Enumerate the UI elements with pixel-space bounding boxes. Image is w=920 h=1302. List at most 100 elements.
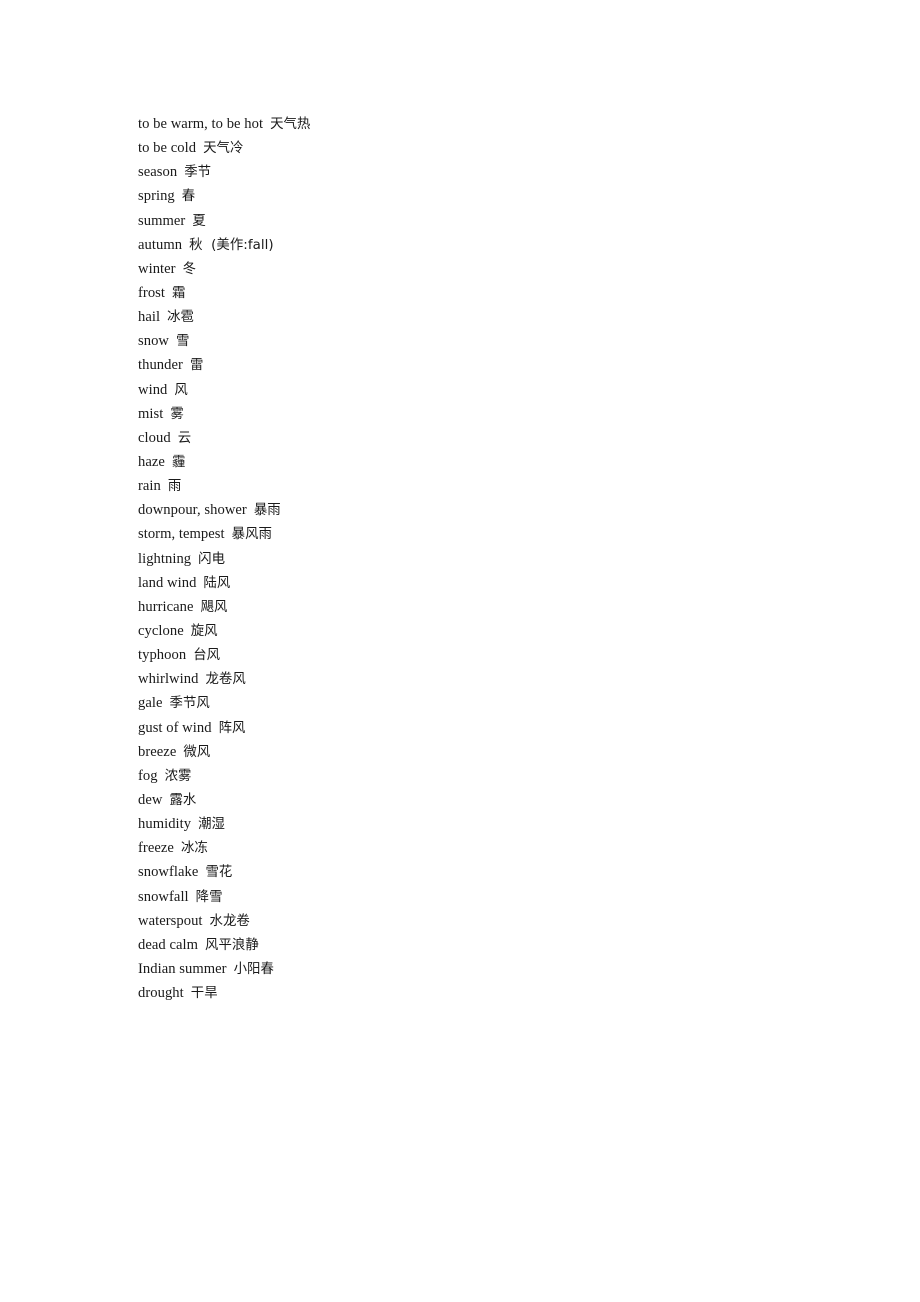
entry-term: humidity — [138, 816, 192, 833]
entry-term: snowfall — [138, 888, 189, 905]
vocabulary-entry: waterspout 水龙卷 — [138, 909, 838, 933]
entry-gloss: 风 — [174, 382, 188, 398]
entry-gloss: 霾 — [171, 454, 186, 470]
vocabulary-entry: to be cold 天气冷 — [138, 136, 838, 160]
entry-term: hurricane — [138, 598, 194, 615]
vocabulary-entry: breeze 微风 — [138, 740, 838, 764]
vocabulary-entry: snowflake 雪花 — [138, 860, 838, 884]
entry-term: hail — [138, 309, 161, 326]
vocabulary-entry: humidity 潮湿 — [138, 812, 838, 836]
vocabulary-entry: land wind 陆风 — [138, 571, 838, 595]
entry-term: rain — [138, 478, 161, 495]
vocabulary-entry: cloud 云 — [138, 426, 838, 450]
entry-term: snow — [138, 333, 170, 350]
entry-gloss: 潮湿 — [198, 817, 225, 833]
vocabulary-entry: spring 春 — [138, 184, 838, 208]
entry-term: Indian summer — [138, 960, 227, 977]
entry-term: to be cold — [138, 140, 197, 157]
vocabulary-entry: downpour, shower 暴雨 — [138, 498, 838, 522]
vocabulary-entry: rain 雨 — [138, 474, 838, 498]
entry-gloss: 春 — [181, 189, 196, 205]
entry-gloss: 闪电 — [198, 551, 226, 567]
entry-gloss: 暴风雨 — [231, 527, 272, 543]
entry-term: autumn — [138, 236, 183, 253]
vocabulary-entry: fog 浓雾 — [138, 764, 838, 788]
vocabulary-entry: drought 干旱 — [138, 981, 838, 1005]
entry-term: cyclone — [138, 622, 184, 639]
entry-gloss: 陆风 — [203, 575, 231, 591]
entry-term: cloud — [138, 429, 171, 446]
entry-gloss: 季节 — [184, 165, 212, 181]
entry-term: land wind — [138, 574, 197, 591]
vocabulary-entry: gust of wind 阵风 — [138, 716, 838, 740]
entry-term: to be warm, to be hot — [138, 116, 264, 132]
vocabulary-entry: mist 雾 — [138, 402, 838, 426]
entry-gloss: 雷 — [189, 358, 204, 374]
vocabulary-entry: snow 雪 — [138, 329, 838, 353]
vocabulary-entry: frost 霜 — [138, 281, 838, 305]
entry-gloss: 降雪 — [195, 889, 223, 905]
vocabulary-entry: cyclone 旋风 — [138, 619, 838, 643]
entry-term: whirlwind — [138, 671, 199, 688]
entry-gloss: 暴雨 — [253, 503, 281, 519]
entry-term: breeze — [138, 743, 177, 760]
vocabulary-entry: summer 夏 — [138, 209, 838, 233]
entry-gloss: 雨 — [167, 479, 182, 495]
entry-term: thunder — [138, 357, 183, 374]
vocabulary-entry: winter 冬 — [138, 257, 838, 281]
entry-gloss: 阵风 — [218, 720, 246, 736]
entry-gloss: 龙卷风 — [205, 672, 246, 688]
vocabulary-entry: freeze 冰冻 — [138, 836, 838, 860]
entry-term: wind — [138, 381, 168, 398]
entry-term: fog — [138, 767, 158, 784]
entry-gloss: 浓雾 — [164, 768, 192, 784]
entry-gloss: 天气热 — [270, 117, 311, 132]
entry-gloss: 雾 — [170, 406, 184, 422]
entry-gloss: 小阳春 — [233, 961, 274, 977]
entry-term: freeze — [138, 840, 174, 857]
document-page: to be warm, to be hot 天气热 to be cold 天气冷 sea… — [0, 0, 920, 1302]
entry-gloss: 水龙卷 — [209, 913, 250, 929]
vocabulary-entry: dew 露水 — [138, 788, 838, 812]
vocabulary-entry: gale 季节风 — [138, 691, 838, 715]
entry-term: haze — [138, 453, 165, 470]
entry-gloss: 冬 — [182, 261, 197, 277]
entry-term: gust of wind — [138, 719, 212, 736]
vocabulary-list: to be warm, to be hot 天气热 to be cold 天气冷 sea… — [138, 112, 838, 1005]
entry-term: summer — [138, 212, 186, 229]
entry-gloss: 季节风 — [169, 696, 210, 712]
entry-gloss: 干旱 — [190, 986, 218, 1002]
entry-term: spring — [138, 188, 175, 205]
vocabulary-entry: storm, tempest 暴风雨 — [138, 522, 838, 546]
entry-gloss: 冰雹 — [167, 310, 194, 326]
vocabulary-entry: hail 冰雹 — [138, 305, 838, 329]
entry-gloss: 冰冻 — [180, 841, 208, 857]
entry-gloss: 微风 — [183, 744, 211, 760]
entry-gloss: 秋 (美作:fall) — [189, 237, 274, 253]
entry-gloss: 云 — [177, 430, 192, 446]
entry-term: typhoon — [138, 647, 187, 664]
vocabulary-entry: dead calm 风平浪静 — [138, 933, 838, 957]
entry-gloss: 雪 — [176, 334, 190, 350]
vocabulary-entry: typhoon 台风 — [138, 643, 838, 667]
entry-gloss: 天气冷 — [203, 141, 244, 157]
entry-gloss: 霜 — [172, 285, 186, 301]
vocabulary-entry: Indian summer 小阳春 — [138, 957, 838, 981]
entry-term: snowflake — [138, 864, 199, 881]
entry-gloss: 雪花 — [205, 865, 233, 881]
entry-term: waterspout — [138, 912, 203, 929]
entry-term: downpour, shower — [138, 502, 247, 519]
vocabulary-entry: lightning 闪电 — [138, 547, 838, 571]
entry-term: winter — [138, 260, 176, 277]
entry-gloss: 露水 — [169, 792, 197, 808]
vocabulary-entry: haze 霾 — [138, 450, 838, 474]
entry-term: lightning — [138, 550, 192, 567]
vocabulary-entry: season 季节 — [138, 160, 838, 184]
vocabulary-entry: hurricane 飓风 — [138, 595, 838, 619]
vocabulary-entry: wind 风 — [138, 378, 838, 402]
entry-term: mist — [138, 405, 164, 422]
entry-gloss: 旋风 — [190, 623, 218, 639]
vocabulary-entry: thunder 雷 — [138, 353, 838, 377]
entry-term: frost — [138, 284, 166, 301]
entry-gloss: 飓风 — [200, 599, 228, 615]
